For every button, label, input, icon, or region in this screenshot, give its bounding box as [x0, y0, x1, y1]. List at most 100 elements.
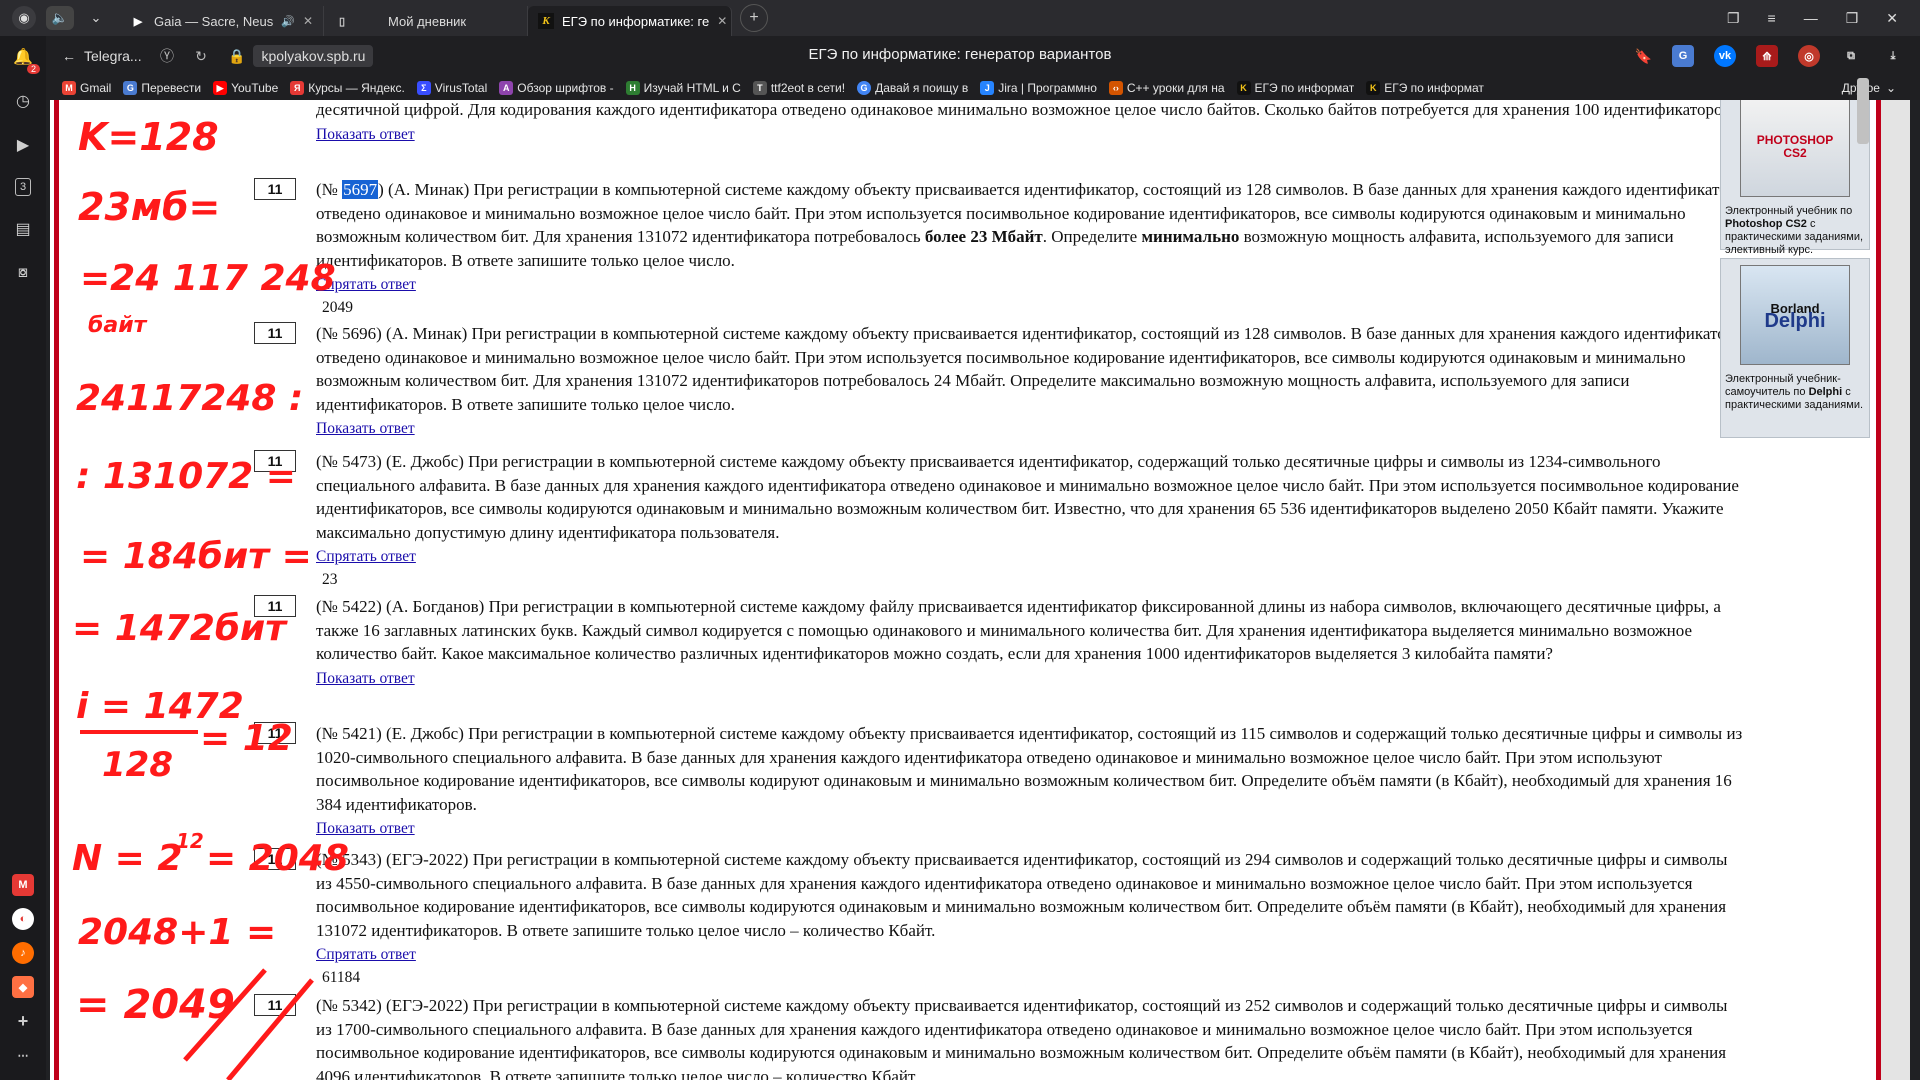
notes-icon[interactable]: ▤: [12, 218, 34, 240]
task-number-box: 11: [254, 848, 296, 870]
reload-icon[interactable]: ↻: [184, 48, 218, 65]
task-id-highlight: 5697: [342, 180, 379, 199]
more-icon[interactable]: ⋯: [12, 1044, 34, 1066]
task-5343: (№ 5343) (ЕГЭ-2022) При регистрации в ко…: [316, 848, 1746, 990]
task-prev-tail: десятичной цифрой. Для кодирования каждо…: [316, 100, 1746, 145]
bookmark-item[interactable]: M Gmail: [62, 81, 111, 95]
bookmark-item[interactable]: A Обзор шрифтов -: [499, 81, 614, 95]
task-text: (№ 5697) (А. Минак) При регистрации в ко…: [316, 178, 1746, 272]
cover-subtitle: Delphi: [1764, 310, 1826, 332]
bookmark-item[interactable]: G Перевести: [123, 81, 201, 95]
bookmark-label: ЕГЭ по информат: [1254, 81, 1355, 95]
task-5696: (№ 5696) (А. Минак) При регистрации в ко…: [316, 322, 1746, 440]
task-text-part: . Определите: [1042, 227, 1142, 246]
tab-diary[interactable]: ▯ Мой дневник: [324, 6, 528, 36]
collections-icon[interactable]: ❐: [1727, 10, 1740, 27]
task-number-box: 11: [254, 595, 296, 617]
bookmark-item[interactable]: Я Курсы — Яндекс.: [290, 81, 405, 95]
restore-icon[interactable]: ❒: [1846, 10, 1859, 27]
yandex-icon: Я: [290, 81, 305, 95]
tabs-dropdown-icon[interactable]: ⌄: [84, 6, 108, 30]
close-icon[interactable]: ✕: [717, 14, 727, 28]
url-field[interactable]: 🔒 kpolyakov.spb.ru: [228, 45, 374, 67]
task-number-box: 11: [254, 178, 296, 200]
ad-photoshop[interactable]: PHOTOSHOP CS2 Электронный учебник по Pho…: [1720, 100, 1870, 256]
kpolyakov-icon: K: [1366, 81, 1381, 95]
scrollbar-thumb[interactable]: [1857, 78, 1869, 144]
extension-icon[interactable]: ⟰: [1756, 45, 1778, 67]
show-answer-link[interactable]: Показать ответ: [316, 819, 415, 838]
download-icon[interactable]: ⤓: [1882, 45, 1904, 67]
music-app-icon[interactable]: ♪: [12, 942, 34, 964]
task-text: (№ 5343) (ЕГЭ-2022) При регистрации в ко…: [316, 850, 1728, 940]
browser-titlebar: ◉ 🔈 ⌄ ▶ Gaia — Sacre, Neus 🔊 ✕ ▯ Мой дне…: [0, 0, 1920, 36]
bookmark-item[interactable]: J Jira | Программно: [980, 81, 1097, 95]
bookmark-label: Курсы — Яндекс.: [308, 81, 405, 95]
hide-answer-link[interactable]: Спрятать ответ: [316, 945, 416, 964]
hide-answer-link[interactable]: Спрятать ответ: [316, 275, 416, 294]
bookmark-item[interactable]: K ЕГЭ по информат: [1236, 81, 1355, 95]
show-answer-link[interactable]: Показать ответ: [316, 125, 415, 144]
bookmark-item[interactable]: H Изучай HTML и С: [625, 81, 741, 95]
window-controls: ❐ ≡ — ❒ ✕: [1727, 10, 1920, 27]
ad-bold: Photoshop CS2: [1725, 218, 1807, 230]
show-answer-link[interactable]: Показать ответ: [316, 669, 415, 688]
tab-title: Мой дневник: [388, 13, 467, 29]
app-icon[interactable]: ◐: [12, 908, 34, 930]
domain-label: kpolyakov.spb.ru: [253, 45, 374, 67]
tab-kpolyakov[interactable]: K ЕГЭ по информатике: ге ✕: [528, 6, 732, 36]
google-icon: G: [857, 81, 872, 95]
notifications-icon[interactable]: 🔔 2: [12, 46, 40, 74]
task-number-box: 11: [254, 722, 296, 744]
kpolyakov-icon: K: [1236, 81, 1251, 95]
mute-icon[interactable]: 🔈: [46, 6, 74, 30]
show-answer-link[interactable]: Показать ответ: [316, 419, 415, 438]
ad-delphi[interactable]: Borland Delphi Электронный учебник-самоу…: [1720, 258, 1870, 438]
yandex-icon[interactable]: Ⓨ: [150, 46, 184, 66]
task-text: десятичной цифрой. Для кодирования каждо…: [316, 100, 1739, 119]
close-icon[interactable]: ✕: [303, 14, 313, 28]
speaker-icon[interactable]: 🔊: [281, 15, 295, 28]
screenshot-icon[interactable]: ⧇: [12, 262, 34, 284]
task-text: (№ 5422) (А. Богданов) При регистрации в…: [316, 597, 1721, 663]
extensions-icon[interactable]: ⧉: [1840, 45, 1862, 67]
app-icon[interactable]: ◆: [12, 976, 34, 998]
bookmark-icon[interactable]: 🔖: [1635, 48, 1652, 65]
hide-answer-link[interactable]: Спрятать ответ: [316, 547, 416, 566]
note-line: 2048+1 =: [78, 912, 276, 953]
task-number-box: 11: [254, 322, 296, 344]
tabs-counter-icon[interactable]: 3: [15, 178, 31, 196]
mail-app-icon[interactable]: M: [12, 874, 34, 896]
answer-value: 61184: [322, 968, 361, 986]
extension-icon[interactable]: ◎: [1798, 45, 1820, 67]
media-icon[interactable]: ▶: [12, 134, 34, 156]
bookmark-item[interactable]: ‹› C++ уроки для на: [1108, 81, 1225, 95]
check-mark-strokes: [183, 968, 314, 1080]
bookmark-label: ЕГЭ по информат: [1384, 81, 1484, 95]
minimize-icon[interactable]: —: [1804, 10, 1818, 27]
menu-icon[interactable]: ≡: [1768, 10, 1776, 27]
bookmark-label: C++ уроки для на: [1126, 81, 1225, 95]
vk-icon[interactable]: vk: [1714, 45, 1736, 67]
task-number-box: 11: [254, 450, 296, 472]
gmail-icon: M: [62, 81, 76, 95]
task-text: (№ 5342) (ЕГЭ-2022) При регистрации в ко…: [316, 996, 1728, 1080]
new-tab-button[interactable]: +: [740, 4, 768, 32]
translate-icon[interactable]: G: [1672, 45, 1694, 67]
jira-icon: J: [980, 81, 995, 95]
close-window-icon[interactable]: ✕: [1886, 10, 1898, 27]
task-bold: более 23 Мбайт: [924, 227, 1043, 246]
bookmark-item[interactable]: Tttf2eot в сети!: [752, 81, 845, 95]
bookmark-item[interactable]: G Давай я поищу в: [857, 81, 968, 95]
browser-logo-icon[interactable]: ◉: [12, 6, 36, 30]
history-icon[interactable]: ◷: [12, 90, 34, 112]
bookmark-item[interactable]: Σ VirusTotal: [416, 81, 487, 95]
address-bar: ← Telegra... Ⓨ ↻ 🔒 kpolyakov.spb.ru ЕГЭ …: [0, 36, 1920, 76]
add-icon[interactable]: +: [12, 1010, 34, 1032]
bookmark-item[interactable]: K ЕГЭ по информат: [1366, 81, 1484, 95]
bookmark-item[interactable]: ▶ YouTube: [213, 81, 278, 95]
tab-music[interactable]: ▶ Gaia — Sacre, Neus 🔊 ✕: [120, 6, 324, 36]
bookmark-label: Gmail: [80, 81, 112, 95]
book-cover-image: Borland Delphi: [1740, 265, 1850, 365]
bookmark-label: Изучай HTML и С: [643, 81, 741, 95]
